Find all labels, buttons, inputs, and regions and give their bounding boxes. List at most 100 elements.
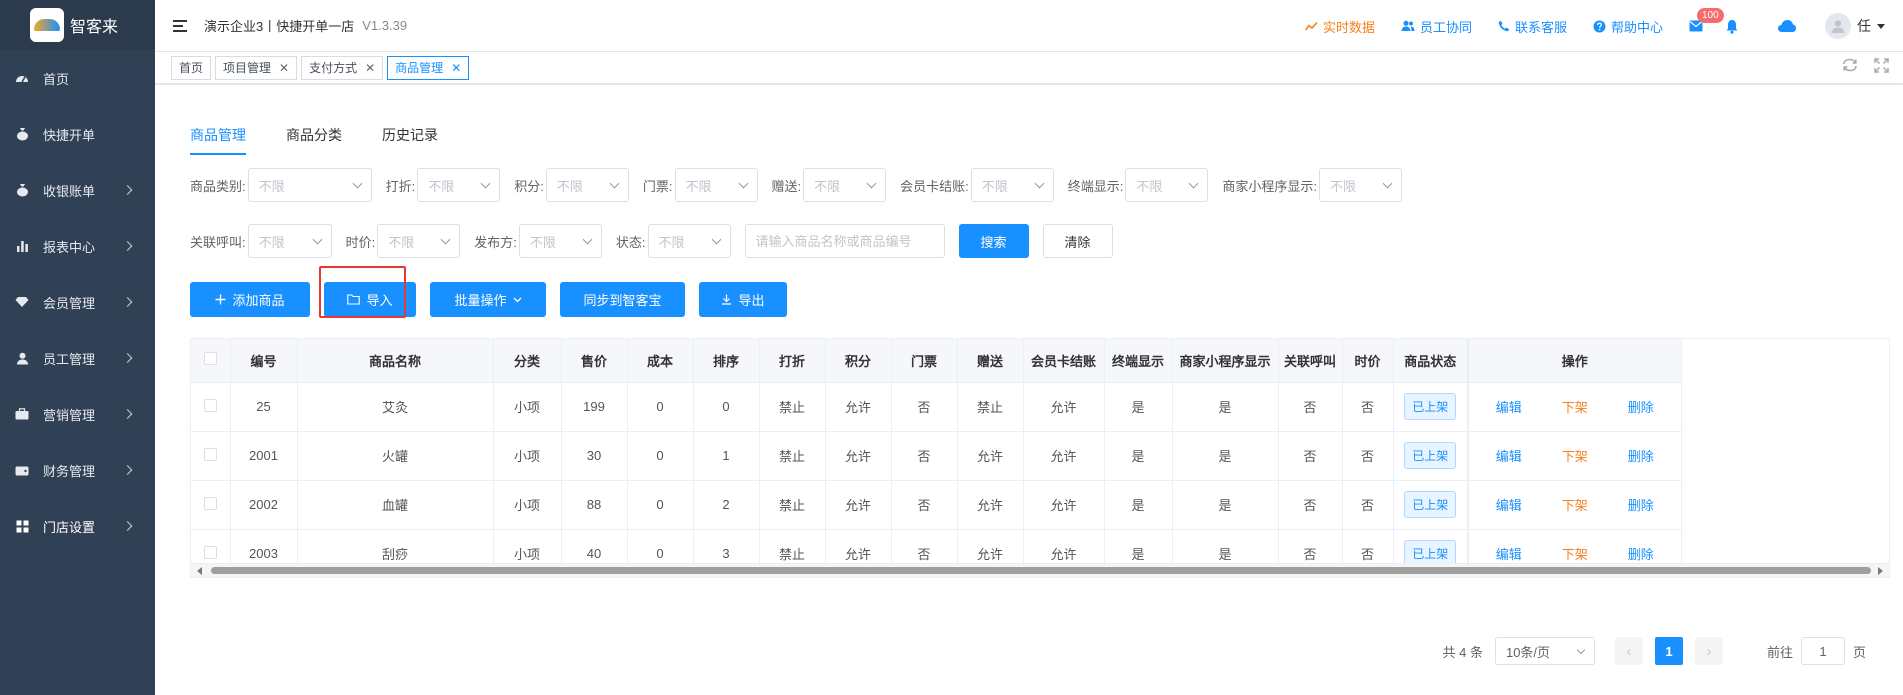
- delete-link[interactable]: 删除: [1628, 449, 1654, 464]
- subtab-2[interactable]: 历史记录: [382, 125, 438, 155]
- table-cell: 小项: [493, 480, 562, 530]
- chevron-down-icon: [582, 234, 593, 244]
- search-input[interactable]: [744, 224, 945, 258]
- sidebar-item-0[interactable]: 首页: [0, 50, 155, 106]
- user-name[interactable]: 任: [1857, 16, 1871, 36]
- users-icon: [1401, 20, 1415, 32]
- edit-link[interactable]: 编辑: [1496, 547, 1522, 562]
- sidebar-item-label: 会员管理: [43, 295, 96, 311]
- close-icon[interactable]: ✕: [365, 61, 375, 75]
- delete-link[interactable]: 删除: [1628, 547, 1654, 562]
- logo-text: 智客来: [70, 19, 119, 36]
- select-all-checkbox[interactable]: [203, 352, 217, 366]
- sidebar-item-4[interactable]: 会员管理: [0, 274, 155, 330]
- filter-label: 会员卡结账:: [900, 178, 969, 194]
- offshelf-link[interactable]: 下架: [1562, 498, 1588, 513]
- close-icon[interactable]: ✕: [451, 61, 461, 75]
- edit-link[interactable]: 编辑: [1496, 449, 1522, 464]
- filter-label: 赠送:: [771, 178, 802, 194]
- table-cell: 允许: [1023, 480, 1105, 530]
- sync-to-zhikebao-button[interactable]: 同步到智客宝: [560, 282, 685, 317]
- filter-select[interactable]: 不限: [247, 168, 372, 202]
- delete-link[interactable]: 删除: [1628, 498, 1654, 513]
- edit-link[interactable]: 编辑: [1496, 498, 1522, 513]
- header-link-1[interactable]: 员工协同: [1401, 17, 1472, 36]
- row-checkbox[interactable]: [203, 496, 217, 510]
- offshelf-link[interactable]: 下架: [1562, 547, 1588, 562]
- filter-group: 打折: 不限: [386, 168, 501, 202]
- header-link-3[interactable]: 帮助中心: [1593, 17, 1663, 36]
- filter-select[interactable]: 不限: [1125, 168, 1209, 202]
- table-row: 2001 火罐 小项 30 0 1 禁止 允许否允许 允许是是否否已上架 编辑 下架 删除: [191, 431, 1682, 481]
- filter-select[interactable]: 不限: [1319, 168, 1402, 202]
- header-link-2[interactable]: 联系客服: [1498, 17, 1567, 36]
- column-header: 商品名称: [297, 339, 494, 383]
- page-number-1[interactable]: 1: [1654, 637, 1683, 665]
- tag-1[interactable]: 项目管理 ✕: [215, 55, 298, 80]
- avatar[interactable]: [1825, 13, 1851, 39]
- sidebar-item-8[interactable]: 门店设置: [0, 498, 155, 554]
- filter-group: 状态: 不限: [616, 224, 731, 258]
- filter-row-2: 关联呼叫:不限时价:不限发布方:不限状态:不限搜索清除: [190, 224, 1113, 258]
- sidebar-item-2[interactable]: 收银账单: [0, 162, 155, 218]
- chevron-right-icon: [122, 409, 133, 419]
- delete-link[interactable]: 删除: [1628, 400, 1654, 415]
- refresh-icon[interactable]: [1842, 58, 1858, 72]
- search-button[interactable]: 搜索: [958, 224, 1029, 258]
- row-checkbox-cell: [191, 382, 231, 432]
- notification-button[interactable]: [1725, 19, 1739, 34]
- scroll-right-icon[interactable]: [1878, 567, 1883, 575]
- offshelf-link[interactable]: 下架: [1562, 449, 1588, 464]
- tag-3[interactable]: 商品管理 ✕: [387, 55, 470, 80]
- filter-select[interactable]: 不限: [377, 224, 461, 258]
- sidebar-item-3[interactable]: 报表中心: [0, 218, 155, 274]
- filter-select[interactable]: 不限: [247, 224, 332, 258]
- tag-2[interactable]: 支付方式 ✕: [301, 55, 384, 80]
- mail-button[interactable]: 100: [1689, 8, 1724, 32]
- logo[interactable]: 智客来: [0, 0, 155, 50]
- batch-operations-button[interactable]: 批量操作: [430, 282, 546, 317]
- row-checkbox[interactable]: [203, 447, 217, 461]
- filter-select[interactable]: 不限: [518, 224, 602, 258]
- subtab-1[interactable]: 商品分类: [286, 125, 342, 155]
- horizontal-scrollbar[interactable]: [191, 563, 1889, 577]
- table-cell: 禁止: [759, 382, 826, 432]
- tag-0[interactable]: 首页: [171, 55, 212, 80]
- filter-select[interactable]: 不限: [803, 168, 887, 202]
- filter-select[interactable]: 不限: [545, 168, 629, 202]
- filter-select[interactable]: 不限: [647, 224, 731, 258]
- add-product-button[interactable]: 添加商品: [190, 282, 310, 317]
- goto-page-input[interactable]: [1800, 637, 1845, 665]
- filter-select[interactable]: 不限: [417, 168, 501, 202]
- table-cell: 0: [627, 431, 694, 481]
- filter-label: 状态:: [615, 234, 646, 250]
- scrollbar-thumb[interactable]: [211, 567, 1871, 574]
- table-cell: 199: [561, 382, 628, 432]
- row-checkbox[interactable]: [203, 398, 217, 412]
- next-page-button[interactable]: ›: [1694, 637, 1723, 665]
- prev-page-button[interactable]: ‹: [1614, 637, 1643, 665]
- header-link-0[interactable]: 实时数据: [1304, 17, 1375, 36]
- page-size-select[interactable]: 10条/页: [1494, 637, 1595, 665]
- menu-toggle-icon[interactable]: [173, 19, 187, 32]
- user-dropdown-icon[interactable]: [1877, 23, 1885, 29]
- money-bag-icon: [14, 126, 30, 142]
- export-button[interactable]: 导出: [699, 282, 787, 317]
- filter-select[interactable]: 不限: [970, 168, 1054, 202]
- operations-cell: 编辑 下架 删除: [1467, 480, 1682, 530]
- clear-button[interactable]: 清除: [1042, 224, 1113, 258]
- filter-select[interactable]: 不限: [674, 168, 758, 202]
- offshelf-link[interactable]: 下架: [1562, 400, 1588, 415]
- row-checkbox[interactable]: [203, 545, 217, 559]
- edit-link[interactable]: 编辑: [1496, 400, 1522, 415]
- cloud-button[interactable]: [1777, 19, 1797, 33]
- scroll-left-icon[interactable]: [197, 567, 202, 575]
- subtab-0[interactable]: 商品管理: [190, 125, 246, 155]
- sidebar-item-6[interactable]: 营销管理: [0, 386, 155, 442]
- sidebar-item-1[interactable]: 快捷开单: [0, 106, 155, 162]
- close-icon[interactable]: ✕: [279, 61, 289, 75]
- sidebar-item-5[interactable]: 员工管理: [0, 330, 155, 386]
- sidebar-item-7[interactable]: 财务管理: [0, 442, 155, 498]
- filter-group: 门票: 不限: [643, 168, 758, 202]
- fullscreen-icon[interactable]: [1874, 58, 1889, 73]
